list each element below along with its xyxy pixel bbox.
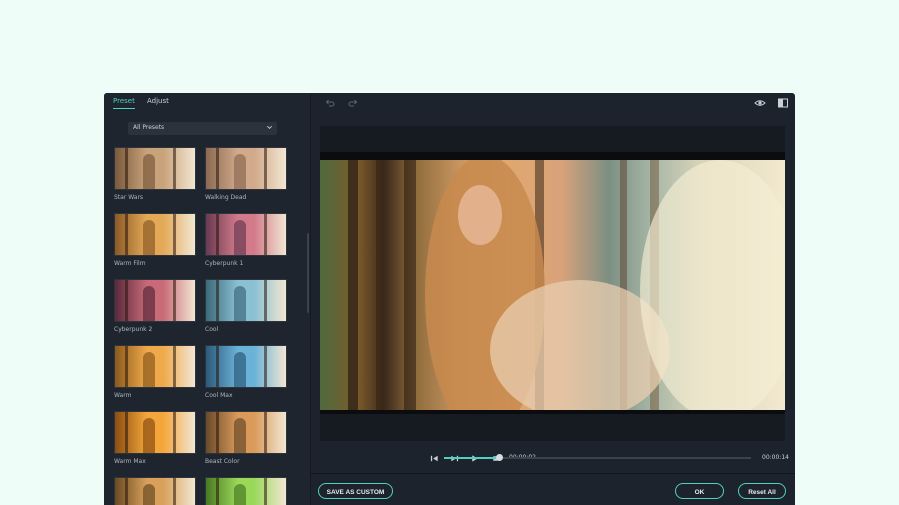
preset-thumbnail [205, 411, 287, 454]
preset-label: Cool Max [205, 392, 233, 399]
preset-tile[interactable]: Cyberpunk 2 [114, 279, 196, 333]
preset-thumbnail [205, 279, 287, 322]
preset-tile[interactable]: Warm Max [114, 411, 196, 465]
divider [311, 473, 795, 474]
preset-tile[interactable]: Beast Color [205, 411, 287, 465]
preview-frame [320, 160, 785, 410]
preset-scrollbar[interactable] [307, 233, 309, 313]
tab-adjust[interactable]: Adjust [147, 97, 169, 105]
redo-icon[interactable] [347, 97, 359, 109]
preset-label: Cyberpunk 2 [114, 326, 153, 333]
reset-all-button[interactable]: Reset All [738, 483, 786, 499]
seek-handle[interactable] [496, 454, 504, 461]
playback-controls: 00:00:02 00:00:14 [311, 449, 795, 469]
preset-tile[interactable]: Star Wars [114, 147, 196, 201]
preview-image [348, 160, 785, 410]
seek-bar[interactable] [444, 454, 751, 461]
preset-label: Warm [114, 392, 132, 399]
preset-tile[interactable]: Cool Max [205, 345, 287, 399]
preset-thumbnail [205, 147, 287, 190]
eye-icon[interactable] [754, 97, 766, 109]
preset-label: Warm Film [114, 260, 146, 267]
preset-thumbnail [205, 477, 287, 505]
undo-icon[interactable] [324, 97, 336, 109]
preset-tile[interactable]: Walking Dead [205, 147, 287, 201]
preset-label: Cool [205, 326, 219, 333]
preset-thumbnail [114, 213, 196, 256]
preset-tile[interactable]: Cyberpunk 1 [205, 213, 287, 267]
step-back-icon[interactable] [430, 454, 439, 463]
viewer-toolbar [311, 93, 795, 113]
video-preview [320, 126, 785, 441]
preset-label: Walking Dead [205, 194, 247, 201]
compare-view-icon[interactable] [777, 97, 789, 109]
preset-panel: Preset Adjust All Presets Star Wars Walk… [104, 93, 311, 505]
preset-grid: Star Wars Walking Dead Warm Film Cyberpu… [114, 147, 304, 505]
save-as-custom-button[interactable]: SAVE AS CUSTOM [318, 483, 393, 499]
preset-label: Star Wars [114, 194, 144, 201]
preset-label: Warm Max [114, 458, 146, 465]
preset-label: Beast Color [205, 458, 240, 465]
preset-filter-dropdown[interactable]: All Presets [128, 122, 277, 135]
preset-thumbnail [114, 279, 196, 322]
preset-tile[interactable] [205, 477, 287, 505]
preset-thumbnail [205, 213, 287, 256]
preset-thumbnail [114, 411, 196, 454]
seek-progress [444, 457, 500, 459]
tab-preset[interactable]: Preset [113, 97, 135, 109]
chevron-down-icon [267, 125, 272, 129]
preset-tile[interactable]: Warm Film [114, 213, 196, 267]
preset-thumbnail [205, 345, 287, 388]
ok-button[interactable]: OK [675, 483, 724, 499]
preset-thumbnail [114, 477, 196, 505]
total-time: 00:00:14 [762, 454, 789, 461]
preset-tile[interactable]: Cool [205, 279, 287, 333]
preset-tile[interactable] [114, 477, 196, 505]
preset-thumbnail [114, 345, 196, 388]
preset-tile[interactable]: Warm [114, 345, 196, 399]
preset-filter-value: All Presets [133, 124, 165, 131]
color-preset-dialog: Preset Adjust All Presets Star Wars Walk… [104, 93, 795, 505]
preset-thumbnail [114, 147, 196, 190]
preset-label: Cyberpunk 1 [205, 260, 244, 267]
